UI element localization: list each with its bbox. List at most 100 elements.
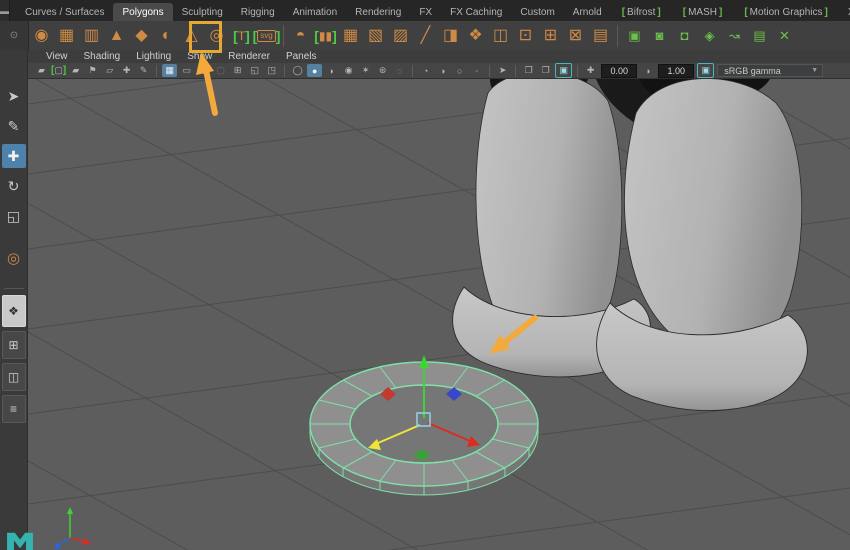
poly-cube-icon[interactable]: ▦ [54,23,79,48]
window-collapse-icon[interactable]: ▬ [0,0,10,21]
poly-pyramid-icon[interactable]: ◭ [179,23,204,48]
color-transform-dropdown[interactable]: sRGB gamma ▼ [717,64,824,77]
tab-rigging[interactable]: Rigging [232,3,284,21]
menu-shading[interactable]: Shading [76,51,129,62]
tab-rendering[interactable]: Rendering [346,3,410,21]
next-frame-buffer-icon[interactable]: ❐ [538,64,553,77]
mash-network-icon[interactable]: ▣ [622,23,647,48]
rotate-tool-icon[interactable]: ↻ [2,174,26,198]
grease-pencil-icon[interactable]: ✎ [136,64,151,77]
mash-curve-icon[interactable]: ↝ [722,23,747,48]
film-gate-icon[interactable]: ▭ [179,64,194,77]
xray-icon[interactable]: ◔ [418,64,433,77]
menu-show[interactable]: Show [179,51,220,62]
mash-placer-icon[interactable]: ◘ [672,23,697,48]
poly-disc-icon[interactable]: ◐ [154,23,179,48]
four-pane-layout-button[interactable]: ⊞ [1,331,26,359]
ambient-occlusion-icon[interactable]: ⊛ [375,64,390,77]
snapshot-icon[interactable]: ▣ [555,63,573,78]
mash-breakout-icon[interactable]: ✕ [772,23,797,48]
sculpt-blend-icon[interactable]: ▤ [588,23,613,48]
bevel-icon[interactable]: ◫ [488,23,513,48]
tab-fx[interactable]: FX [410,3,441,21]
svg-tool-icon[interactable]: [svg] [253,23,281,48]
safe-action-icon[interactable]: ◱ [247,64,262,77]
tab-custom[interactable]: Custom [511,3,563,21]
combine-icon[interactable]: [▮▮] [313,23,338,48]
robot-legs-model[interactable] [452,48,808,411]
tab-polygons[interactable]: Polygons [113,3,173,21]
scale-tool-icon[interactable]: ◱ [2,204,26,228]
plugin-shading-icon[interactable]: ▪ [469,64,484,77]
textured-display-icon[interactable]: ◗ [324,64,339,77]
target-weld-icon[interactable]: ⊡ [513,23,538,48]
default-material-icon[interactable]: ◯ [290,64,305,77]
mash-editor-icon[interactable]: ▤ [747,23,772,48]
gamma-icon[interactable]: ▣ [697,63,715,78]
poly-cone-icon[interactable]: ▲ [104,23,129,48]
field-chart-icon[interactable]: ⊞ [230,64,245,77]
reduce-icon[interactable]: ▨ [388,23,413,48]
smooth-icon[interactable]: ▧ [363,23,388,48]
mash-cube-icon[interactable]: ◈ [697,23,722,48]
isolate-select-icon[interactable]: ➤ [495,64,510,77]
extrude-icon[interactable]: ◨ [438,23,463,48]
exposure-field[interactable]: 0.00 [601,63,638,78]
boolean-icon[interactable]: ◓ [288,23,313,48]
select-tool-icon[interactable]: ➤ [2,84,26,108]
tab-curves-surfaces[interactable]: Curves / Surfaces [16,3,113,21]
tab-mash[interactable]: [MASH] [672,3,734,21]
multi-cut-icon[interactable]: ╱ [413,23,438,48]
tab-sculpting[interactable]: Sculpting [173,3,232,21]
outliner-layout-button[interactable]: ≡ [1,395,26,423]
tab-arnold[interactable]: Arnold [564,3,611,21]
pan-zoom-icon[interactable]: ✚ [119,64,134,77]
select-camera-icon[interactable]: ▰ [34,64,49,77]
xray-joints-icon[interactable]: ◑ [435,64,450,77]
motion-blur-icon[interactable]: ◌ [392,64,407,77]
paint-select-tool-icon[interactable]: ✎ [2,114,26,138]
poly-torus-icon[interactable]: ◎ [204,23,229,48]
gate-mask-icon[interactable]: ▢ [213,64,228,77]
last-tool-torus-icon[interactable]: ◎ [2,246,26,270]
shaded-display-icon[interactable]: ● [307,64,323,77]
insert-edge-loop-icon[interactable]: ⊞ [538,23,563,48]
move-tool-icon[interactable]: ✚ [1,144,26,168]
exposure-icon[interactable]: ✚ [583,64,598,77]
safe-title-icon[interactable]: ◳ [264,64,279,77]
mash-world-icon[interactable]: ◙ [647,23,672,48]
use-all-lights-icon[interactable]: ◉ [341,64,356,77]
tab-bifrost[interactable]: [Bifrost] [611,3,672,21]
lattice-icon[interactable]: ⊠ [563,23,588,48]
tab-animation[interactable]: Animation [284,3,346,21]
gamma-field[interactable]: 1.00 [658,63,695,78]
xray-active-icon[interactable]: ○ [452,64,467,77]
poly-cylinder-icon[interactable]: ▥ [79,23,104,48]
previous-frame-buffer-icon[interactable]: ❐ [521,64,536,77]
menu-lighting[interactable]: Lighting [128,51,179,62]
camera-lock-icon[interactable]: ▰ [68,64,83,77]
fill-hole-icon[interactable]: ▦ [338,23,363,48]
menu-view[interactable]: View [38,51,76,62]
viewport-canvas[interactable] [0,0,850,550]
bookmark-icon[interactable]: ⚑ [85,64,100,77]
single-pane-layout-button[interactable]: ❖ [1,295,26,327]
image-plane-icon[interactable]: ▱ [102,64,117,77]
poly-plane-icon[interactable]: ◆ [129,23,154,48]
tab-fx-caching[interactable]: FX Caching [441,3,511,21]
shelf-options-gear-icon[interactable]: ⊙ [0,21,29,50]
poly-sphere-icon[interactable]: ◉ [29,23,54,48]
menu-renderer[interactable]: Renderer [220,51,278,62]
menu-panels[interactable]: Panels [278,51,325,62]
tab-motion-graphics[interactable]: [Motion Graphics] [733,3,839,21]
quad-draw-icon[interactable]: ❖ [463,23,488,48]
shadows-icon[interactable]: ✶ [358,64,373,77]
camera-attributes-icon[interactable]: [▢] [51,64,66,77]
two-pane-layout-button[interactable]: ◫ [1,363,26,391]
grid-toggle-icon[interactable]: ▦ [162,64,178,77]
perspective-viewport[interactable] [0,0,850,550]
tab-xgen[interactable]: XGen [839,3,850,21]
type-tool-icon[interactable]: [T] [229,23,254,48]
resolution-gate-icon[interactable]: ◻ [196,64,211,77]
contrast-icon[interactable]: ◑ [640,64,655,77]
